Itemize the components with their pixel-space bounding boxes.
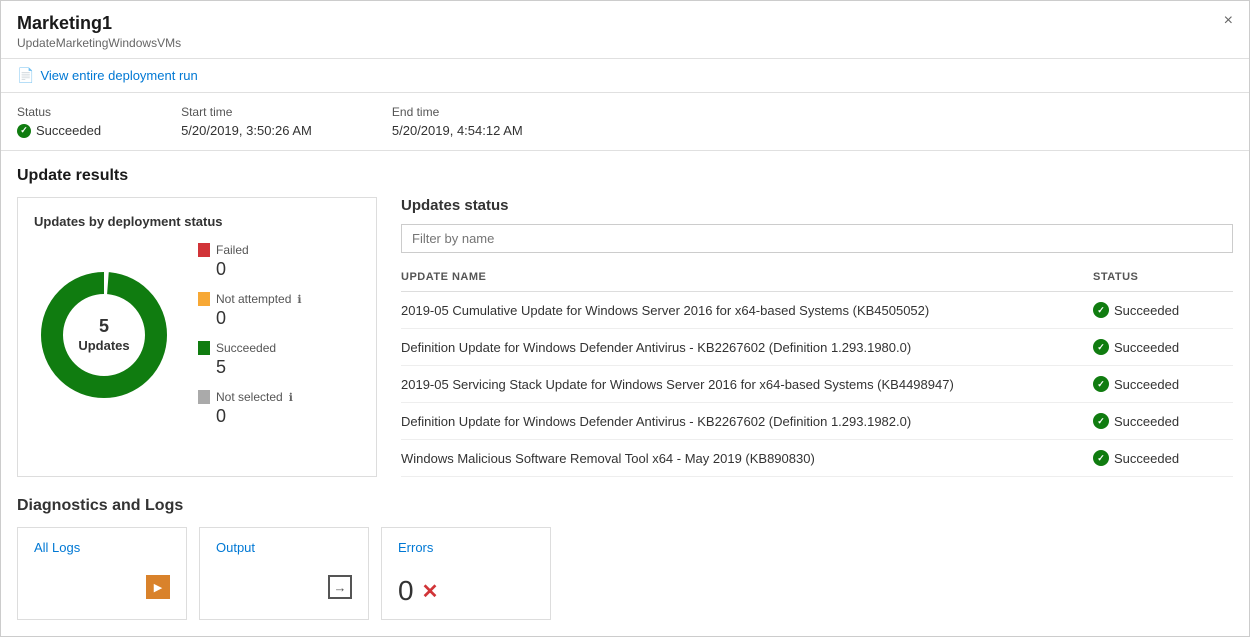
legend-not-attempted: Not attempted ℹ 0 [198, 292, 302, 329]
chart-title: Updates by deployment status [34, 214, 360, 229]
errors-content: 0 ✕ [398, 575, 534, 607]
col-status: STATUS [1093, 263, 1233, 292]
status-text: Succeeded [36, 123, 101, 138]
output-card[interactable]: Output [199, 527, 369, 620]
all-logs-icon-area [34, 575, 170, 599]
updates-status-panel: Updates status UPDATE NAME STATUS 2019-0… [401, 197, 1233, 477]
start-time-item: Start time 5/20/2019, 3:50:26 AM [181, 105, 312, 138]
updates-table: UPDATE NAME STATUS 2019-05 Cumulative Up… [401, 263, 1233, 477]
update-name-cell: Definition Update for Windows Defender A… [401, 329, 1093, 366]
errors-label: Errors [398, 540, 534, 555]
success-icon [1093, 376, 1109, 392]
status-dot-icon [17, 124, 31, 138]
diagnostics-title: Diagnostics and Logs [17, 497, 1233, 515]
updates-table-body: 2019-05 Cumulative Update for Windows Se… [401, 292, 1233, 477]
window-subtitle: UpdateMarketingWindowsVMs [17, 36, 181, 50]
status-text: Succeeded [1114, 303, 1179, 318]
table-row: Windows Malicious Software Removal Tool … [401, 440, 1233, 477]
update-name-cell: Definition Update for Windows Defender A… [401, 403, 1093, 440]
title-bar: Marketing1 UpdateMarketingWindowsVMs × [1, 1, 1249, 59]
legend-not-selected: Not selected ℹ 0 [198, 390, 302, 427]
main-window: Marketing1 UpdateMarketingWindowsVMs × 📄… [0, 0, 1250, 637]
not-attempted-label: Not attempted [216, 292, 291, 306]
update-name-cell: 2019-05 Cumulative Update for Windows Se… [401, 292, 1093, 329]
output-arrow-icon [328, 575, 352, 599]
not-selected-bar-icon [198, 390, 210, 404]
status-item: Status Succeeded [17, 105, 101, 138]
status-cell: Succeeded [1093, 440, 1233, 477]
failed-bar-icon [198, 243, 210, 257]
end-time-value: 5/20/2019, 4:54:12 AM [392, 123, 523, 138]
errors-count: 0 [398, 575, 414, 607]
diagnostics-section: Diagnostics and Logs All Logs Output Err… [17, 497, 1233, 620]
view-link-text: View entire deployment run [40, 68, 197, 83]
not-selected-label: Not selected [216, 390, 283, 404]
status-cell: Succeeded [1093, 329, 1233, 366]
status-cell: Succeeded [1093, 292, 1233, 329]
failed-count: 0 [216, 259, 302, 280]
not-selected-info-icon[interactable]: ℹ [289, 391, 293, 404]
table-header-row: UPDATE NAME STATUS [401, 263, 1233, 292]
output-icon-area [216, 575, 352, 599]
success-icon [1093, 339, 1109, 355]
all-logs-card[interactable]: All Logs [17, 527, 187, 620]
update-results-section: Updates by deployment status 5 [17, 197, 1233, 477]
table-row: 2019-05 Cumulative Update for Windows Se… [401, 292, 1233, 329]
status-cell: Succeeded [1093, 366, 1233, 403]
start-time-label: Start time [181, 105, 312, 119]
output-label: Output [216, 540, 352, 555]
succeeded-count: 5 [216, 357, 302, 378]
succeeded-bar-icon [198, 341, 210, 355]
error-x-icon: ✕ [422, 579, 439, 604]
errors-card[interactable]: Errors 0 ✕ [381, 527, 551, 620]
status-text: Succeeded [1114, 340, 1179, 355]
title-bar-left: Marketing1 UpdateMarketingWindowsVMs [17, 13, 181, 50]
updates-status-title: Updates status [401, 197, 1233, 214]
update-results-title: Update results [17, 167, 1233, 185]
legend-succeeded: Succeeded 5 [198, 341, 302, 378]
log-play-icon [146, 575, 170, 599]
main-content: Update results Updates by deployment sta… [1, 151, 1249, 636]
table-row: 2019-05 Servicing Stack Update for Windo… [401, 366, 1233, 403]
view-link-bar: 📄 View entire deployment run [1, 59, 1249, 93]
col-update-name: UPDATE NAME [401, 263, 1093, 292]
end-time-label: End time [392, 105, 523, 119]
success-icon [1093, 302, 1109, 318]
not-selected-count: 0 [216, 406, 302, 427]
chart-container: Updates by deployment status 5 [17, 197, 377, 477]
failed-label: Failed [216, 243, 249, 257]
filter-input[interactable] [401, 224, 1233, 253]
status-bar: Status Succeeded Start time 5/20/2019, 3… [1, 93, 1249, 151]
status-label: Status [17, 105, 101, 119]
table-row: Definition Update for Windows Defender A… [401, 403, 1233, 440]
chart-inner: 5 Updates Failed 0 [34, 243, 360, 427]
close-button[interactable]: × [1224, 13, 1233, 29]
legend-failed: Failed 0 [198, 243, 302, 280]
success-icon [1093, 413, 1109, 429]
update-name-cell: 2019-05 Servicing Stack Update for Windo… [401, 366, 1093, 403]
document-icon: 📄 [17, 67, 34, 84]
not-attempted-info-icon[interactable]: ℹ [297, 293, 301, 306]
table-header: UPDATE NAME STATUS [401, 263, 1233, 292]
status-cell: Succeeded [1093, 403, 1233, 440]
not-attempted-count: 0 [216, 308, 302, 329]
chart-legend: Failed 0 Not attempted ℹ 0 [198, 243, 302, 427]
status-text: Succeeded [1114, 414, 1179, 429]
update-name-cell: Windows Malicious Software Removal Tool … [401, 440, 1093, 477]
succeeded-label: Succeeded [216, 341, 276, 355]
status-text: Succeeded [1114, 451, 1179, 466]
success-icon [1093, 450, 1109, 466]
status-text: Succeeded [1114, 377, 1179, 392]
window-title: Marketing1 [17, 13, 181, 34]
not-attempted-bar-icon [198, 292, 210, 306]
diag-cards: All Logs Output Errors 0 ✕ [17, 527, 1233, 620]
view-deployment-link[interactable]: 📄 View entire deployment run [17, 67, 1233, 84]
donut-chart: 5 Updates [34, 265, 174, 405]
status-value: Succeeded [17, 123, 101, 138]
donut-label: 5 Updates [78, 315, 129, 355]
table-row: Definition Update for Windows Defender A… [401, 329, 1233, 366]
all-logs-label: All Logs [34, 540, 170, 555]
end-time-item: End time 5/20/2019, 4:54:12 AM [392, 105, 523, 138]
start-time-value: 5/20/2019, 3:50:26 AM [181, 123, 312, 138]
